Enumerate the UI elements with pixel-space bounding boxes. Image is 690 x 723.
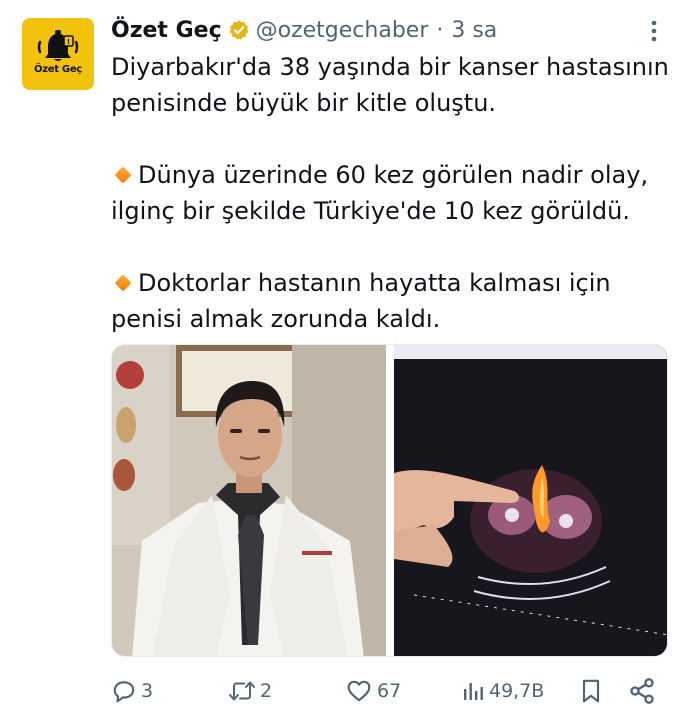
- like-button[interactable]: 67: [345, 674, 401, 708]
- separator-dot: ·: [436, 17, 444, 43]
- reply-count: 3: [141, 680, 154, 702]
- tweet-header: Özet Geç @ozetgechaber · 3 sa: [111, 14, 497, 46]
- scan-photo[interactable]: [394, 345, 668, 657]
- retweet-count: 2: [260, 680, 273, 702]
- bell-logo-icon: !: [37, 30, 79, 61]
- svg-text:!: !: [67, 38, 70, 46]
- bookmark-button[interactable]: [578, 674, 604, 708]
- orange-diamond-icon: [114, 274, 132, 291]
- tweet-timestamp[interactable]: 3 sa: [451, 18, 497, 43]
- doctor-photo[interactable]: [112, 345, 386, 657]
- share-button[interactable]: [628, 674, 656, 708]
- tweet-paragraph-3-text: Doktorlar hastanın hayatta kalması için …: [111, 269, 611, 333]
- retweet-icon: [229, 681, 255, 701]
- avatar-label: Özet Geç: [34, 64, 82, 75]
- tweet-paragraph-1: Diyarbakır'da 38 yaşında bir kanser hast…: [111, 53, 669, 117]
- views-button[interactable]: 49,7B: [461, 674, 544, 708]
- share-icon: [630, 678, 654, 704]
- tweet-media: [111, 344, 668, 657]
- bookmark-icon: [582, 679, 600, 703]
- more-options-icon[interactable]: [644, 18, 664, 44]
- author-handle[interactable]: @ozetgechaber: [256, 18, 429, 43]
- tweet-action-bar: 3 2 67 49,7B: [0, 674, 690, 708]
- views-chart-icon: [464, 683, 483, 700]
- display-name[interactable]: Özet Geç: [111, 18, 222, 43]
- orange-diamond-icon: [114, 166, 132, 183]
- reply-button[interactable]: 3: [111, 674, 153, 708]
- retweet-button[interactable]: 2: [228, 674, 272, 708]
- avatar[interactable]: ! Özet Geç: [22, 18, 94, 90]
- reply-icon: [113, 681, 135, 703]
- tweet-text: Diyarbakır'da 38 yaşında bir kanser hast…: [111, 49, 671, 337]
- tweet-paragraph-2-text: Dünya üzerinde 60 kez görülen nadir olay…: [111, 161, 649, 225]
- tweet-paragraph-2: Dünya üzerinde 60 kez görülen nadir olay…: [111, 157, 671, 229]
- tweet-paragraph-3: Doktorlar hastanın hayatta kalması için …: [111, 265, 671, 337]
- gold-verified-icon[interactable]: [228, 19, 250, 41]
- heart-icon: [347, 680, 371, 702]
- views-count: 49,7B: [489, 680, 545, 702]
- like-count: 67: [377, 680, 402, 702]
